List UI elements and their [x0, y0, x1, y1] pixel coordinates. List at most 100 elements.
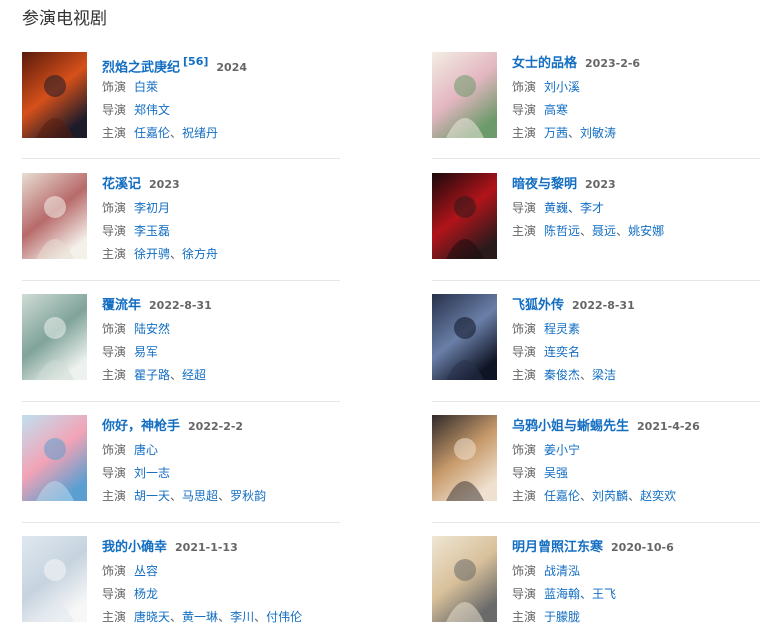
title-line: 你好，神枪手 2022-2-2: [102, 416, 243, 436]
separator: 、: [218, 489, 231, 503]
director-label: 导演: [512, 587, 537, 601]
release-date: 2021-4-26: [637, 420, 700, 433]
person-link[interactable]: 郑伟文: [134, 103, 170, 117]
cast-label: 主演: [102, 489, 127, 503]
poster-image[interactable]: [22, 415, 87, 501]
role-name: 唐心: [134, 443, 159, 457]
person-link[interactable]: 连奕名: [544, 345, 580, 359]
role-name: 李初月: [134, 201, 171, 215]
poster-image[interactable]: [22, 52, 87, 138]
poster-image[interactable]: [432, 173, 497, 259]
cast-label: 主演: [102, 610, 127, 624]
separator: 、: [218, 610, 231, 624]
separator: 、: [580, 489, 593, 503]
person-link[interactable]: 马思超: [182, 489, 218, 503]
series-title-link[interactable]: 女士的品格: [512, 56, 577, 71]
series-title-link[interactable]: 覆流年: [102, 298, 141, 313]
person-link[interactable]: 陈哲远: [544, 224, 580, 238]
person-link[interactable]: 徐方舟: [182, 247, 218, 261]
person-link[interactable]: 刘一志: [134, 466, 170, 480]
person-link[interactable]: 李川: [230, 610, 254, 624]
role-name: 陆安然: [134, 322, 171, 336]
poster-image[interactable]: [22, 536, 87, 622]
series-title-link[interactable]: 你好，神枪手: [102, 419, 180, 434]
person-link[interactable]: 高寒: [544, 103, 568, 117]
role-label: 饰演: [512, 80, 537, 94]
series-item: 暗夜与黎明 2023 导演 黄巍、李才 主演 陈哲远、聂远、姚安娜: [432, 173, 762, 273]
series-title-link[interactable]: 飞狐外传: [512, 298, 564, 313]
director-label: 导演: [512, 201, 537, 215]
cast-line: 主演 万茜、刘敏涛: [512, 125, 616, 141]
person-link[interactable]: 唐晓天: [134, 610, 170, 624]
person-link[interactable]: 黄一琳: [182, 610, 218, 624]
person-link[interactable]: 付伟伦: [266, 610, 302, 624]
person-link[interactable]: 梁洁: [592, 368, 616, 382]
series-title-link[interactable]: 乌鸦小姐与蜥蜴先生: [512, 419, 629, 434]
person-link[interactable]: 万茜: [544, 126, 568, 140]
row-divider: [22, 158, 340, 159]
person-link[interactable]: 刘敏涛: [580, 126, 616, 140]
role-name: 程灵素: [544, 322, 581, 336]
person-link[interactable]: 李玉磊: [134, 224, 170, 238]
role-line: 饰演 唐心: [102, 442, 158, 458]
release-date: 2023-2-6: [585, 57, 641, 70]
series-item: 花溪记 2023 饰演 李初月 导演 李玉磊 主演 徐开骋、徐方舟: [22, 173, 362, 273]
person-link[interactable]: 徐开骋: [134, 247, 170, 261]
director-label: 导演: [102, 103, 127, 117]
role-label: 饰演: [102, 80, 127, 94]
person-link[interactable]: 罗秋韵: [230, 489, 266, 503]
row-divider: [432, 401, 760, 402]
person-link[interactable]: 胡一天: [134, 489, 170, 503]
role-line: 饰演 程灵素: [512, 321, 580, 337]
citation-link[interactable]: [56]: [183, 55, 208, 68]
poster-image[interactable]: [22, 294, 87, 380]
series-item: 烈焰之武庚纪 [56] 2024 饰演 白萊 导演 郑伟文 主演 任嘉伦、祝绪丹: [22, 52, 362, 152]
poster-image[interactable]: [432, 415, 497, 501]
person-link[interactable]: 姚安娜: [628, 224, 664, 238]
series-title-link[interactable]: 明月曾照江东寒: [512, 540, 603, 555]
role-label: 饰演: [512, 443, 537, 457]
cast-label: 主演: [512, 368, 537, 382]
person-link[interactable]: 刘芮麟: [592, 489, 628, 503]
person-link[interactable]: 瞿子路: [134, 368, 170, 382]
series-title-link[interactable]: 暗夜与黎明: [512, 177, 577, 192]
poster-image[interactable]: [432, 52, 497, 138]
title-line: 女士的品格 2023-2-6: [512, 53, 640, 73]
person-link[interactable]: 经超: [182, 368, 206, 382]
person-link[interactable]: 易军: [134, 345, 158, 359]
title-line: 飞狐外传 2022-8-31: [512, 295, 635, 315]
series-title-link[interactable]: 我的小确幸: [102, 540, 167, 555]
person-link[interactable]: 聂远: [592, 224, 616, 238]
person-link[interactable]: 任嘉伦: [544, 489, 580, 503]
cast-label: 主演: [512, 610, 537, 624]
director-line: 导演 李玉磊: [102, 223, 170, 239]
person-link[interactable]: 于朦胧: [544, 610, 580, 624]
director-line: 导演 杨龙: [102, 586, 158, 602]
row-divider: [432, 158, 760, 159]
role-line: 饰演 白萊: [102, 79, 158, 95]
poster-image[interactable]: [22, 173, 87, 259]
cast-label: 主演: [512, 126, 537, 140]
role-name: 白萊: [134, 80, 159, 94]
series-title-link[interactable]: 烈焰之武庚纪: [102, 60, 180, 75]
role-label: 饰演: [102, 443, 127, 457]
poster-image[interactable]: [432, 536, 497, 622]
person-link[interactable]: 蓝海翰、王飞: [544, 587, 616, 601]
person-link[interactable]: 赵奕欢: [640, 489, 676, 503]
separator: 、: [628, 489, 641, 503]
separator: 、: [580, 224, 593, 238]
person-link[interactable]: 祝绪丹: [182, 126, 218, 140]
person-link[interactable]: 任嘉伦: [134, 126, 170, 140]
person-link[interactable]: 黄巍、李才: [544, 201, 604, 215]
person-link[interactable]: 杨龙: [134, 587, 158, 601]
director-label: 导演: [102, 345, 127, 359]
director-label: 导演: [102, 224, 127, 238]
poster-image[interactable]: [432, 294, 497, 380]
row-divider: [432, 522, 760, 523]
title-line: 覆流年 2022-8-31: [102, 295, 212, 315]
release-date: 2020-10-6: [611, 541, 674, 554]
title-line: 暗夜与黎明 2023: [512, 174, 616, 194]
person-link[interactable]: 秦俊杰: [544, 368, 580, 382]
series-title-link[interactable]: 花溪记: [102, 177, 141, 192]
person-link[interactable]: 吴强: [544, 466, 568, 480]
